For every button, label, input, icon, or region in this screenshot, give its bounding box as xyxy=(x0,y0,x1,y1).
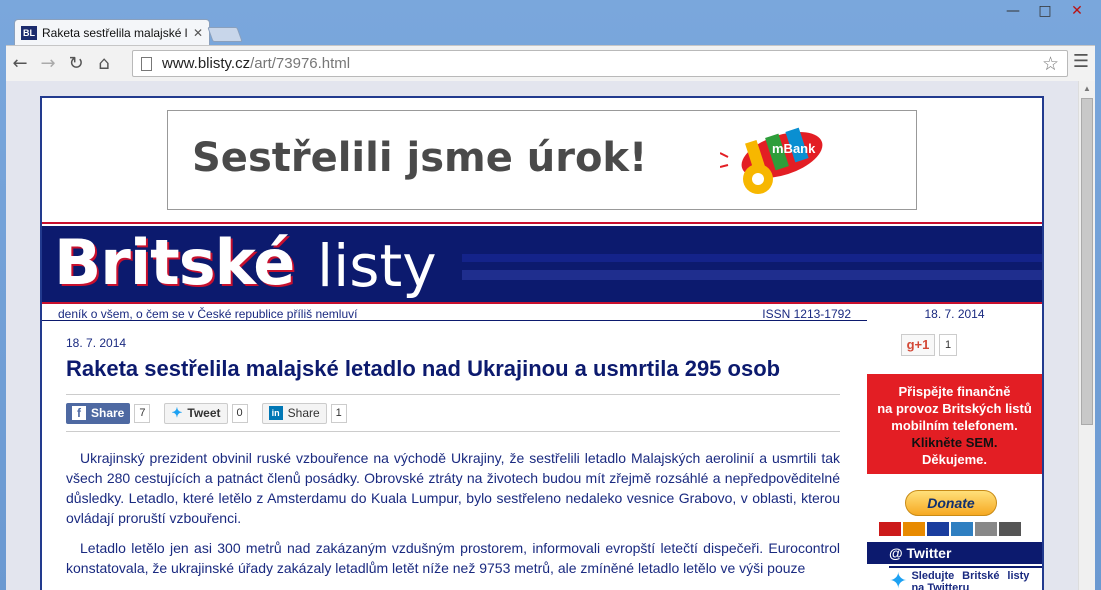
new-tab-button[interactable] xyxy=(207,27,243,42)
bank-transfer-icon xyxy=(999,522,1021,536)
linkedin-share-label: Share xyxy=(287,406,320,420)
sidebar-date: 18. 7. 2014 xyxy=(924,307,985,321)
linkedin-share-group: in Share 1 xyxy=(261,402,347,424)
header-stripe xyxy=(462,270,1042,280)
article-date: 18. 7. 2014 xyxy=(66,336,127,350)
facebook-icon: f xyxy=(72,406,86,420)
forward-arrow-icon[interactable]: → xyxy=(34,50,62,78)
article-body: Ukrajinský prezident obvinil ruské vzbou… xyxy=(66,448,843,578)
donate-line: Přispějte finančně xyxy=(898,384,1011,399)
home-icon[interactable]: ⌂ xyxy=(90,50,118,78)
mastercard-icon xyxy=(903,522,925,536)
logo-listy: listy xyxy=(317,232,437,300)
bookmark-star-icon[interactable]: ☆ xyxy=(1042,53,1059,75)
twitter-follow-text: Sledujte Britské listy na Twitteru xyxy=(911,570,1030,590)
site-tagline: deník o všem, o čem se v České republice… xyxy=(58,307,358,321)
window-controls: — □ ✕ xyxy=(997,2,1093,22)
tab-title: Raketa sestřelila malajské l xyxy=(42,25,188,40)
minimize-icon[interactable]: — xyxy=(997,2,1029,22)
discover-card-icon xyxy=(975,522,997,536)
share-bar: f Share 7 ✦ Tweet 0 in Share 1 xyxy=(66,394,840,432)
linkedin-share-count: 1 xyxy=(330,403,347,423)
tweet-label: Tweet xyxy=(187,406,221,420)
logo-britske: Britské xyxy=(54,226,295,299)
donate-line: na provoz Britských listů xyxy=(877,401,1032,416)
facebook-share-group: f Share 7 xyxy=(66,402,151,424)
header-divider xyxy=(42,222,1042,224)
site-favicon-icon: BL xyxy=(21,25,37,40)
article-paragraph: Letadlo letělo jen asi 300 metrů nad zak… xyxy=(66,540,840,576)
site-header[interactable]: Britské listy xyxy=(42,226,1042,302)
url-path: /art/73976.html xyxy=(250,55,351,72)
twitter-divider xyxy=(889,566,1042,568)
address-bar[interactable]: www.blisty.cz/art/73976.html ☆ xyxy=(132,50,1068,77)
back-arrow-icon[interactable]: ← xyxy=(6,50,34,78)
ad-brand: mBank xyxy=(772,141,816,156)
twitter-bird-icon: ✦ xyxy=(889,568,908,590)
facebook-share-count: 7 xyxy=(134,403,151,423)
browser-toolbar: ← → ↻ ⌂ www.blisty.cz/art/73976.html ☆ ☰ xyxy=(6,45,1095,81)
linkedin-icon: in xyxy=(268,406,283,420)
tweet-button[interactable]: ✦ Tweet xyxy=(164,402,228,424)
mbank-cannon-icon: mBank xyxy=(720,127,823,194)
twitter-bird-icon: ✦ xyxy=(171,405,183,420)
twitter-heading: @ Twitter xyxy=(867,542,1042,564)
scrollbar-thumb[interactable] xyxy=(1081,98,1093,425)
right-sidebar: 18. 7. 2014 g+1 1 Přispějte finančně na … xyxy=(867,304,1042,590)
advertisement-banner[interactable]: Sestřelili jsme úrok! mBank xyxy=(167,110,917,210)
article-title: Raketa sestřelila malajské letadlo nad U… xyxy=(66,356,781,381)
linkedin-share-button[interactable]: in Share xyxy=(261,402,327,424)
donate-cta-link[interactable]: Klikněte SEM. xyxy=(867,434,1042,451)
ad-headline: Sestřelili jsme úrok! xyxy=(192,135,648,181)
browser-tab[interactable]: BL Raketa sestřelila malajské l ✕ xyxy=(14,19,210,45)
donate-line: mobilním telefonem. xyxy=(891,418,1018,433)
tab-close-icon[interactable]: ✕ xyxy=(193,26,203,40)
browser-window: — □ ✕ BL Raketa sestřelila malajské l ✕ … xyxy=(0,0,1101,590)
tagline-bar: deník o všem, o čem se v České republice… xyxy=(42,304,867,321)
maximize-icon[interactable]: □ xyxy=(1029,2,1061,22)
url-host: www.blisty.cz xyxy=(162,55,251,72)
paypal-donate-button[interactable]: Donate xyxy=(905,490,997,516)
gplus-button[interactable]: g+1 xyxy=(901,334,935,356)
gplus-count: 1 xyxy=(939,334,957,356)
issn-label: ISSN 1213-1792 xyxy=(762,307,851,321)
scroll-up-arrow-icon[interactable]: ▲ xyxy=(1079,81,1095,97)
gplus-widget: g+1 1 xyxy=(901,334,957,356)
amex-card-icon xyxy=(951,522,973,536)
reload-icon[interactable]: ↻ xyxy=(62,50,90,78)
donate-thanks: Děkujeme. xyxy=(921,452,988,467)
twitter-follow[interactable]: ✦ Sledujte Britské listy na Twitteru xyxy=(889,570,1029,590)
page-icon xyxy=(141,56,152,71)
tweet-count: 0 xyxy=(231,403,248,423)
article-paragraph: Ukrajinský prezident obvinil ruské vzbou… xyxy=(66,450,840,526)
maestro-card-icon xyxy=(879,522,901,536)
visa-card-icon xyxy=(927,522,949,536)
browser-menu-icon[interactable]: ☰ xyxy=(1073,51,1089,72)
mobile-donate-box[interactable]: Přispějte finančně na provoz Britských l… xyxy=(867,374,1042,474)
vertical-scrollbar[interactable]: ▲ xyxy=(1078,81,1095,590)
facebook-share-label: Share xyxy=(91,406,125,420)
header-stripe xyxy=(462,254,1042,262)
article: 18. 7. 2014 Raketa sestřelila malajské l… xyxy=(42,322,867,590)
page-viewport: Sestřelili jsme úrok! mBank Britské list… xyxy=(6,81,1095,590)
page-content: Sestřelili jsme úrok! mBank Britské list… xyxy=(40,96,1044,590)
facebook-share-button[interactable]: f Share xyxy=(66,402,131,424)
payment-cards xyxy=(879,522,1021,536)
twitter-share-group: ✦ Tweet 0 xyxy=(164,402,248,424)
close-window-icon[interactable]: ✕ xyxy=(1061,2,1093,22)
